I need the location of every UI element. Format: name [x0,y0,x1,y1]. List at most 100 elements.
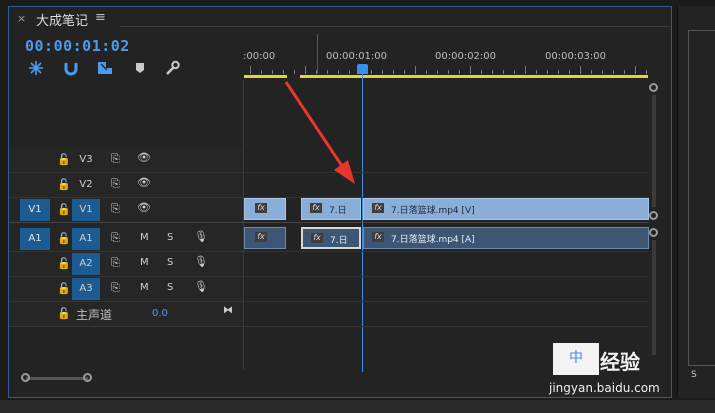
watermark-brand: 经验 [600,350,640,374]
track-target-v2[interactable]: V2 [72,174,100,196]
right-panel: S [677,6,715,398]
fx-badge: fx [255,203,267,213]
audio-clip[interactable]: fx 7.日落篮球.mp4 [A] [363,227,649,249]
track-row-a3: 🔓 A3 ⎘ M S 🎙 [8,277,243,301]
ruler-tick [481,70,482,74]
microphone-icon[interactable]: 🎙 [194,230,208,243]
track-row-a1: A1 🔓 A1 ⎘ M S 🎙 [8,227,243,251]
source-patch-a1[interactable]: A1 [20,228,50,250]
ruler-tick [525,66,526,74]
track-target-a3[interactable]: A3 [72,278,100,300]
mute-button[interactable]: M [140,232,149,243]
solo-button[interactable]: S [167,282,173,293]
sync-lock-icon[interactable]: ⎘ [111,202,120,216]
scroll-handle-mid[interactable] [649,211,658,220]
ruler-tick [536,70,537,74]
fx-badge: fx [255,232,267,242]
fx-badge: fx [310,203,322,213]
microphone-icon[interactable]: 🎙 [194,255,208,268]
fx-badge: fx [372,232,384,242]
ruler-tick [624,70,625,74]
ruler-divider [317,34,318,74]
ruler-tick [338,70,339,74]
ruler-tick [558,70,559,74]
eye-icon[interactable]: 👁 [137,201,151,214]
track-target-v3[interactable]: V3 [72,149,100,171]
ruler-tick [305,66,306,74]
panel-title[interactable]: 大成笔记 [36,10,88,29]
audio-scrollbar[interactable] [652,240,656,355]
eye-icon[interactable]: 👁 [137,151,151,164]
lock-icon[interactable]: 🔓 [57,153,71,166]
clip-name: 7.日落篮球.mp4 [A] [391,235,475,245]
linked-selection-icon[interactable] [96,60,114,76]
playhead-handle[interactable] [357,64,368,74]
ruler-tick [272,70,273,74]
clip-name: 7.日落篮球.mp4 [V] [391,206,475,216]
mute-button[interactable]: M [140,282,149,293]
lock-icon[interactable]: 🔓 [57,307,71,320]
horizontal-scrollbar-track[interactable] [26,377,88,380]
sync-lock-icon[interactable]: ⎘ [111,256,120,270]
sync-lock-icon[interactable]: ⎘ [111,152,120,166]
solo-label: S [691,370,697,380]
clip-name: 7.日 [329,206,347,216]
ruler-label-2: 00:00:02:00 [435,51,497,62]
scroll-handle-audio[interactable] [649,228,658,237]
lock-icon[interactable]: 🔓 [57,203,71,216]
solo-button[interactable]: S [167,257,173,268]
track-target-v1[interactable]: V1 [72,199,100,221]
playhead-timecode[interactable]: 00:00:01:02 [25,37,130,55]
snap-icon[interactable] [27,60,45,76]
track-target-a2[interactable]: A2 [72,253,100,275]
track-row-v1: V1 🔓 V1 ⎘ 👁 [8,198,243,222]
ruler-tick [393,70,394,74]
ruler-tick [382,70,383,74]
track-row-a2: 🔓 A2 ⎘ M S 🎙 [8,252,243,276]
ruler-tick [349,70,350,74]
video-scrollbar[interactable] [652,95,656,207]
ruler-label-0: :00:00 [243,51,276,62]
track-target-a1[interactable]: A1 [72,228,100,250]
video-clip[interactable]: fx 7.日 [301,198,361,220]
magnet-icon[interactable] [62,60,80,76]
panel-menu-icon[interactable]: ≡ [95,10,106,25]
lock-icon[interactable]: 🔓 [57,257,71,270]
horizontal-scroll-handle-right[interactable] [83,373,92,382]
lock-icon[interactable]: 🔓 [57,232,71,245]
sync-lock-icon[interactable]: ⎘ [111,231,120,245]
go-to-edit-point-icon[interactable]: ⧓ [223,305,233,316]
audio-clip[interactable]: fx 7.日 [301,227,361,249]
scroll-handle-top[interactable] [649,83,658,92]
ruler-tick [635,66,636,74]
fx-badge: fx [372,203,384,213]
track-row-master: 🔓 主声道 0.0 ⧓ [8,302,243,326]
ruler-tick [426,70,427,74]
ruler-tick [459,70,460,74]
ruler-tick [327,70,328,74]
eye-icon[interactable]: 👁 [137,176,151,189]
video-clip[interactable]: fx 7.日落篮球.mp4 [V] [363,198,649,220]
close-icon[interactable]: × [17,12,26,25]
microphone-icon[interactable]: 🎙 [194,280,208,293]
horizontal-scroll-handle-left[interactable] [21,373,30,382]
lock-icon[interactable]: 🔓 [57,282,71,295]
add-marker-icon[interactable] [132,60,150,76]
solo-button[interactable]: S [167,232,173,243]
annotation-arrow-icon [284,81,355,184]
source-patch-v1[interactable]: V1 [20,199,50,221]
lock-icon[interactable]: 🔓 [57,178,71,191]
audio-meter [688,30,715,366]
ruler-tick [415,66,416,74]
ruler-tick [283,70,284,74]
wrench-icon[interactable] [163,60,181,76]
mute-button[interactable]: M [140,257,149,268]
audio-clip[interactable]: fx [244,227,286,249]
ruler-tick [613,70,614,74]
sync-lock-icon[interactable]: ⎘ [111,281,120,295]
video-clip[interactable]: fx [244,198,286,220]
master-volume-value[interactable]: 0.0 [152,308,168,319]
sync-lock-icon[interactable]: ⎘ [111,177,120,191]
ruler-tick [437,70,438,74]
ruler-tick [294,70,295,74]
